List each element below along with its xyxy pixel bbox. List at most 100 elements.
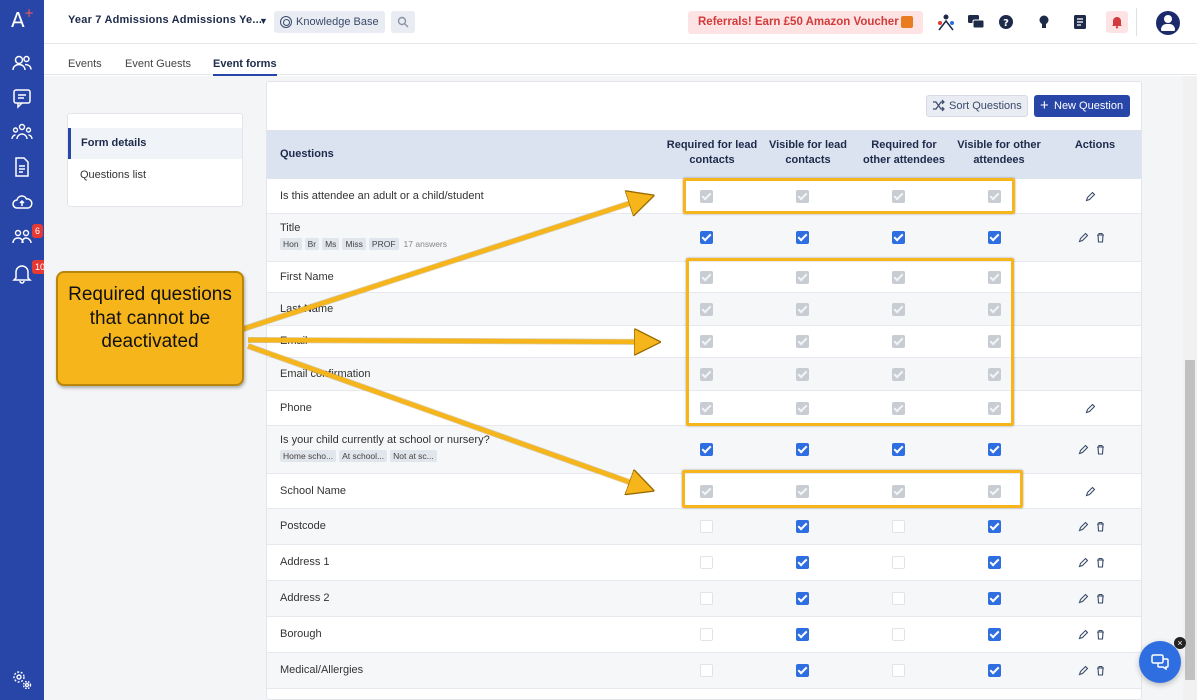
chat-icon[interactable]: [11, 87, 33, 109]
chat-widget-button[interactable]: [1139, 641, 1181, 683]
alert-bell-button[interactable]: [1106, 11, 1128, 33]
project-selector[interactable]: Year 7 Admissions Admissions Ye...: [68, 14, 262, 26]
checkbox-visible-other[interactable]: [988, 664, 1001, 677]
table-row: Postcode: [267, 509, 1141, 545]
search-icon: [397, 16, 409, 28]
sidebar-item-form-details[interactable]: Form details: [68, 128, 242, 159]
delete-trash-icon[interactable]: [1095, 521, 1106, 535]
tab-events[interactable]: Events: [68, 58, 102, 70]
tab-event-forms[interactable]: Event forms: [213, 58, 277, 76]
knowledge-base-button[interactable]: Knowledge Base: [274, 11, 385, 33]
new-question-label: New Question: [1054, 100, 1124, 112]
messages-icon[interactable]: [966, 12, 986, 32]
question-label: Email confirmation: [280, 368, 371, 380]
header-required-other: Required for other attendees: [863, 139, 945, 166]
delete-trash-icon[interactable]: [1095, 593, 1106, 607]
table-row: Title Hon Br Ms Miss PROF 17 answers: [267, 214, 1141, 262]
edit-pencil-icon[interactable]: [1085, 403, 1096, 417]
edit-pencil-icon[interactable]: [1078, 232, 1089, 246]
checkbox-visible-lead[interactable]: [796, 231, 809, 244]
edit-pencil-icon[interactable]: [1078, 593, 1089, 607]
question-label: Title: [280, 222, 301, 234]
people-icon[interactable]: [11, 52, 33, 74]
sidebar-item-questions-list[interactable]: Questions list: [68, 160, 242, 191]
edit-pencil-icon[interactable]: [1078, 444, 1089, 458]
subnav-tabs: Events Event Guests Event forms: [44, 45, 1197, 76]
checkbox-required-lead[interactable]: [700, 520, 713, 533]
edit-pencil-icon[interactable]: [1078, 629, 1089, 643]
edit-pencil-icon[interactable]: [1085, 486, 1096, 500]
checkbox-visible-lead[interactable]: [796, 556, 809, 569]
delete-trash-icon[interactable]: [1095, 557, 1106, 571]
team-icon[interactable]: [11, 225, 33, 247]
lightbulb-icon[interactable]: [1034, 12, 1054, 32]
checkbox-required-lead[interactable]: [700, 443, 713, 456]
highlight-box-contact-fields: [686, 258, 1014, 426]
notes-icon[interactable]: [1070, 12, 1090, 32]
checkbox-required-other[interactable]: [892, 556, 905, 569]
checkbox-visible-other[interactable]: [988, 556, 1001, 569]
header-required-lead: Required for lead contacts: [666, 139, 758, 166]
answer-options: Hon Br Ms Miss PROF 17 answers: [280, 238, 447, 250]
new-question-button[interactable]: + New Question: [1034, 95, 1130, 117]
search-button[interactable]: [391, 11, 415, 33]
checkbox-required-lead[interactable]: [700, 231, 713, 244]
form-side-panel: Form details Questions list: [67, 113, 243, 207]
annotation-callout: Required questions that cannot be deacti…: [56, 271, 244, 386]
question-label: Medical/Allergies: [280, 664, 364, 676]
checkbox-visible-other[interactable]: [988, 520, 1001, 533]
checkbox-required-other[interactable]: [892, 592, 905, 605]
question-label: Is this attendee an adult or a child/stu…: [280, 190, 484, 202]
checkbox-visible-lead[interactable]: [796, 592, 809, 605]
left-nav: A + 6 10: [0, 0, 49, 700]
checkbox-visible-other[interactable]: [988, 443, 1001, 456]
checkbox-required-other[interactable]: [892, 520, 905, 533]
document-icon[interactable]: [11, 156, 33, 178]
help-icon[interactable]: ?: [996, 12, 1016, 32]
tab-event-guests[interactable]: Event Guests: [125, 58, 191, 70]
checkbox-visible-other[interactable]: [988, 592, 1001, 605]
table-row: Address 2: [267, 581, 1141, 617]
table-header: Questions Required for lead contacts Visi…: [267, 130, 1141, 179]
delete-trash-icon[interactable]: [1095, 444, 1106, 458]
checkbox-required-other[interactable]: [892, 231, 905, 244]
checkbox-required-lead[interactable]: [700, 556, 713, 569]
checkbox-visible-lead[interactable]: [796, 664, 809, 677]
checkbox-required-other[interactable]: [892, 664, 905, 677]
user-avatar[interactable]: [1156, 11, 1180, 35]
checkbox-visible-lead[interactable]: [796, 628, 809, 641]
edit-pencil-icon[interactable]: [1078, 557, 1089, 571]
app-logo[interactable]: A +: [11, 6, 34, 32]
answer-chip: Home scho...: [280, 450, 337, 462]
checkbox-visible-other[interactable]: [988, 231, 1001, 244]
checkbox-visible-lead[interactable]: [796, 443, 809, 456]
row-actions: [1085, 191, 1096, 205]
svg-text:?: ?: [1003, 18, 1009, 29]
delete-trash-icon[interactable]: [1095, 232, 1106, 246]
checkbox-required-lead[interactable]: [700, 592, 713, 605]
edit-pencil-icon[interactable]: [1078, 665, 1089, 679]
checkbox-required-other[interactable]: [892, 628, 905, 641]
delete-trash-icon[interactable]: [1095, 665, 1106, 679]
bell-icon[interactable]: [11, 262, 33, 284]
scrollbar-thumb[interactable]: [1185, 360, 1195, 680]
checkbox-visible-lead[interactable]: [796, 520, 809, 533]
checkbox-required-lead[interactable]: [700, 628, 713, 641]
top-bar: Year 7 Admissions Admissions Ye... ▼ Kno…: [44, 0, 1197, 44]
checkbox-visible-other[interactable]: [988, 628, 1001, 641]
referral-banner[interactable]: Referrals! Earn £50 Amazon Voucher: [688, 11, 923, 34]
sort-questions-button[interactable]: Sort Questions: [926, 95, 1028, 117]
checkbox-required-other[interactable]: [892, 443, 905, 456]
settings-icon[interactable]: [11, 669, 33, 691]
question-label: Email: [280, 335, 308, 347]
chevron-down-icon[interactable]: ▼: [259, 16, 268, 26]
upload-cloud-icon[interactable]: [11, 191, 33, 213]
group-icon[interactable]: [11, 121, 33, 143]
question-label: Postcode: [280, 520, 326, 532]
edit-pencil-icon[interactable]: [1085, 191, 1096, 205]
community-icon[interactable]: [936, 12, 956, 32]
edit-pencil-icon[interactable]: [1078, 521, 1089, 535]
close-icon[interactable]: ×: [1174, 637, 1186, 649]
checkbox-required-lead[interactable]: [700, 664, 713, 677]
delete-trash-icon[interactable]: [1095, 629, 1106, 643]
